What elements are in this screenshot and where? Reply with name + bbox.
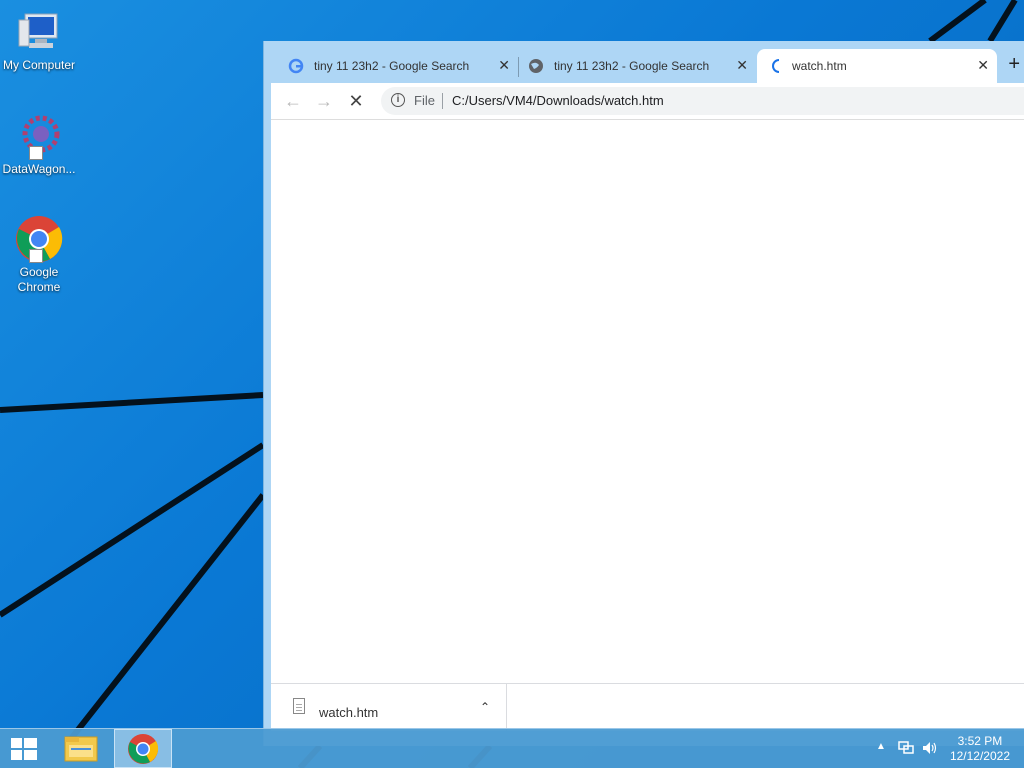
- stop-loading-button[interactable]: ✕: [345, 90, 367, 112]
- desktop-icon-label: My Computer: [2, 58, 76, 72]
- network-icon[interactable]: [898, 741, 914, 755]
- clock-date: 12/12/2022: [949, 749, 1010, 763]
- tab-title: watch.htm: [792, 59, 847, 73]
- chrome-icon: [15, 215, 63, 263]
- close-icon[interactable]: ✕: [977, 57, 989, 74]
- system-clock[interactable]: 3:52 PM 12/12/2022: [950, 734, 1010, 764]
- forward-button[interactable]: →: [313, 90, 335, 112]
- taskbar-chrome[interactable]: [114, 729, 172, 768]
- taskbar: ▲ 3:52 PM 12/12/2022: [0, 728, 1024, 768]
- tab-title: tiny 11 23h2 - Google Search: [554, 59, 710, 73]
- back-button[interactable]: ←: [282, 90, 304, 112]
- tab-google-search-2[interactable]: tiny 11 23h2 - Google Search ✕: [504, 49, 756, 83]
- volume-icon[interactable]: [922, 741, 938, 755]
- globe-icon: [529, 59, 543, 73]
- shortcut-arrow-icon: [29, 249, 43, 263]
- google-g-icon: [288, 58, 304, 74]
- computer-icon: [15, 8, 63, 56]
- shortcut-arrow-icon: [29, 146, 43, 160]
- tab-watch-htm[interactable]: watch.htm ✕: [757, 49, 997, 83]
- desktop-icon-google-chrome[interactable]: Google Chrome: [0, 215, 78, 295]
- download-item[interactable]: watch.htm ⌃: [271, 684, 507, 731]
- browser-window: tiny 11 23h2 - Google Search ✕ tiny 11 2…: [263, 41, 1024, 746]
- datawagon-icon: [15, 112, 63, 160]
- taskbar-file-explorer[interactable]: [58, 729, 104, 768]
- desktop-icon-my-computer[interactable]: My Computer: [0, 8, 78, 73]
- folder-icon: [64, 736, 98, 762]
- browser-toolbar: ← → ✕ i File C:/Users/VM4/Downloads/watc…: [271, 83, 1024, 120]
- url-scheme-label: File: [414, 93, 435, 108]
- desktop-icon-label: Google Chrome: [17, 265, 61, 294]
- desktop-icon-datawagon[interactable]: DataWagon...: [0, 112, 78, 177]
- tab-strip: tiny 11 23h2 - Google Search ✕ tiny 11 2…: [264, 41, 1024, 83]
- address-bar[interactable]: i File C:/Users/VM4/Downloads/watch.htm: [381, 87, 1024, 115]
- download-shelf: watch.htm ⌃: [271, 683, 1024, 731]
- windows-logo-icon: [11, 738, 37, 760]
- url-text[interactable]: C:/Users/VM4/Downloads/watch.htm: [452, 93, 664, 108]
- chrome-icon: [128, 734, 159, 764]
- tab-google-search-1[interactable]: tiny 11 23h2 - Google Search ✕: [264, 49, 518, 83]
- page-content: [271, 120, 1024, 683]
- loading-spinner-icon: [772, 59, 780, 73]
- clock-time: 3:52 PM: [957, 734, 1003, 748]
- info-icon[interactable]: i: [391, 93, 405, 107]
- show-hidden-icons-button[interactable]: ▲: [876, 741, 886, 752]
- omnibox-divider: [442, 93, 443, 109]
- close-icon[interactable]: ✕: [736, 57, 748, 74]
- download-filename: watch.htm: [319, 705, 379, 720]
- tab-title: tiny 11 23h2 - Google Search: [314, 59, 470, 73]
- chevron-up-icon[interactable]: ⌃: [480, 700, 490, 714]
- desktop-icon-label: DataWagon...: [2, 162, 76, 176]
- new-tab-button[interactable]: +: [1008, 53, 1020, 76]
- start-button[interactable]: [0, 729, 48, 768]
- file-icon: [293, 698, 305, 714]
